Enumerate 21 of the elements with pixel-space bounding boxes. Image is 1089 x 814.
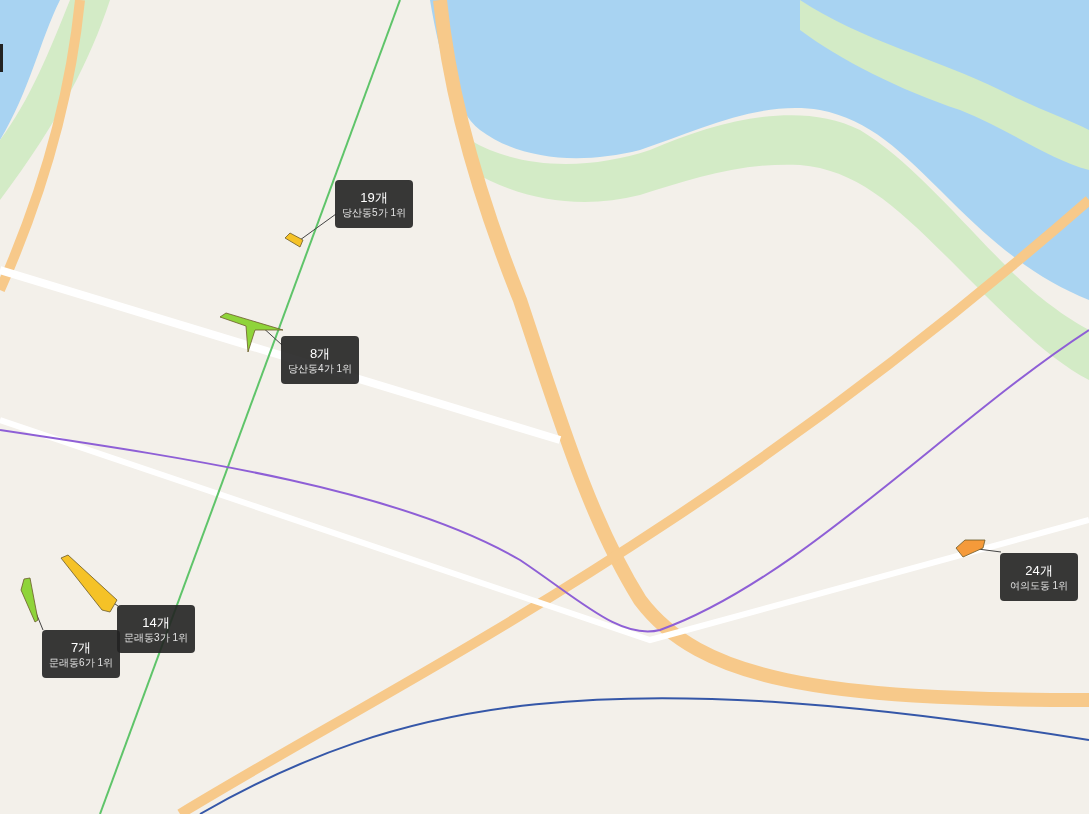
count-label: 19개 <box>360 190 388 204</box>
area-shape[interactable] <box>284 232 304 248</box>
rank-label: 문래동3가 1위 <box>124 632 188 643</box>
marker-callout[interactable]: 19개 당산동5가 1위 <box>335 180 413 228</box>
count-label: 24개 <box>1025 563 1053 577</box>
marker-callout[interactable]: 24개 여의도동 1위 <box>1000 553 1078 601</box>
count-label: 8개 <box>309 346 331 360</box>
marker-callout[interactable]: 8개 당산동4가 1위 <box>281 336 359 384</box>
rank-label: 당산동4가 1위 <box>288 363 352 374</box>
rank-label: 여의도동 1위 <box>1009 580 1069 591</box>
rank-label: 당산동5가 1위 <box>342 207 406 218</box>
count-label: 14개 <box>142 615 170 629</box>
area-shape[interactable] <box>20 577 39 623</box>
area-shape[interactable] <box>955 539 986 558</box>
count-label: 7개 <box>70 640 92 654</box>
area-shape[interactable] <box>219 312 284 353</box>
area-shape[interactable] <box>60 554 118 613</box>
rank-label: 문래동6가 1위 <box>49 657 113 668</box>
leader-line <box>299 213 337 241</box>
marker-callout[interactable]: 14개 문래동3가 1위 <box>117 605 195 653</box>
marker-callout[interactable]: 7개 문래동6가 1위 <box>42 630 120 678</box>
